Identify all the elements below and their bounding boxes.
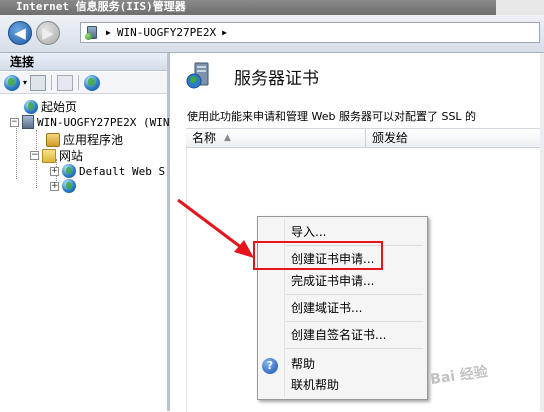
app-pool-icon [46, 132, 60, 147]
tree-label: WIN-UOGFY27PE2X (WIN [37, 115, 170, 129]
column-header-name[interactable]: 名称 ▲ [186, 129, 366, 147]
tree-item-start-page[interactable]: 起始页 [24, 98, 77, 115]
annotation-arrow [177, 198, 254, 258]
forward-arrow-icon[interactable]: ▶ [36, 21, 60, 45]
tree-label: 网站 [59, 149, 84, 163]
menu-item-online-help[interactable]: 联机帮助 [291, 375, 339, 395]
server-icon [85, 26, 97, 40]
website-globe-icon [62, 164, 76, 178]
website-globe-icon [62, 179, 76, 193]
menu-item-help[interactable]: 帮助 [291, 354, 315, 374]
help-icon: ? [262, 358, 278, 374]
collapse-toggle[interactable]: − [10, 117, 19, 127]
tree-label: Default Web S [79, 164, 166, 178]
connect-globe-icon[interactable] [4, 74, 20, 91]
connections-header: 连接 [0, 53, 167, 71]
breadcrumb-separator: ▶ [222, 28, 227, 37]
feature-description: 使用此功能来申请和管理 Web 服务器可以对配置了 SSL 的 [187, 110, 477, 123]
toolbar-divider [78, 75, 80, 90]
window-title-bar: Internet 信息服务(IIS)管理器 [0, 0, 544, 15]
menu-divider [286, 348, 423, 349]
address-bar[interactable]: ▶ WIN-UOGFY27PE2X ▶ [80, 22, 540, 43]
tree-item-default-site[interactable]: + Default Web S [50, 164, 165, 178]
page-title: 服务器证书 [234, 69, 319, 89]
sort-ascending-icon: ▲ [224, 133, 231, 143]
breadcrumb-server[interactable]: WIN-UOGFY27PE2X [117, 26, 216, 39]
toolbar-divider [51, 75, 53, 90]
sites-folder-icon [42, 148, 56, 163]
column-header-issued-to[interactable]: 颁发给 [366, 129, 408, 147]
tree-item-site[interactable]: + [50, 179, 79, 193]
menu-item-create-self-signed-certificate[interactable]: 创建自签名证书... [291, 325, 386, 345]
menu-item-create-domain-certificate[interactable]: 创建域证书... [291, 298, 362, 318]
tree-item-sites[interactable]: − 网站 [30, 147, 83, 164]
annotation-highlight-box [253, 241, 383, 270]
server-icon [22, 115, 34, 129]
navigation-bar: ◀ ▶ ▶ WIN-UOGFY27PE2X ▶ [0, 15, 544, 53]
collapse-toggle[interactable]: − [30, 151, 39, 160]
connections-pane: 连接 ▾ 起始页 − WIN-UOGFY27PE2X (WIN 应用程序池 − … [0, 53, 170, 411]
tree-item-app-pools[interactable]: 应用程序池 [46, 131, 123, 148]
menu-item-complete-certificate-request[interactable]: 完成证书申请... [291, 271, 374, 291]
table-header: 名称 ▲ 颁发给 [186, 129, 544, 148]
breadcrumb-separator: ▶ [106, 28, 111, 37]
tree-item-server[interactable]: − WIN-UOGFY27PE2X (WIN [10, 115, 169, 129]
expand-toggle[interactable]: + [50, 181, 59, 191]
menu-item-import[interactable]: 导入... [291, 222, 326, 242]
window-controls[interactable] [496, 0, 544, 15]
menu-divider [286, 294, 423, 295]
start-page-icon [24, 99, 38, 114]
menu-divider [286, 321, 423, 322]
window-title: Internet 信息服务(IIS)管理器 [16, 0, 186, 13]
expand-toggle[interactable]: + [50, 166, 59, 176]
scrollbar[interactable] [540, 53, 544, 411]
disconnect-icon[interactable] [84, 74, 101, 91]
chevron-down-icon[interactable]: ▾ [23, 78, 27, 87]
back-arrow-icon[interactable]: ◀ [8, 21, 32, 45]
column-label: 名称 [192, 131, 217, 145]
connections-toolbar: ▾ [0, 72, 167, 94]
save-icon[interactable] [30, 74, 47, 91]
up-folder-icon[interactable] [57, 74, 74, 91]
server-certificates-icon [186, 62, 212, 90]
tree-label: 起始页 [41, 100, 78, 114]
tree-label: 应用程序池 [63, 133, 124, 147]
